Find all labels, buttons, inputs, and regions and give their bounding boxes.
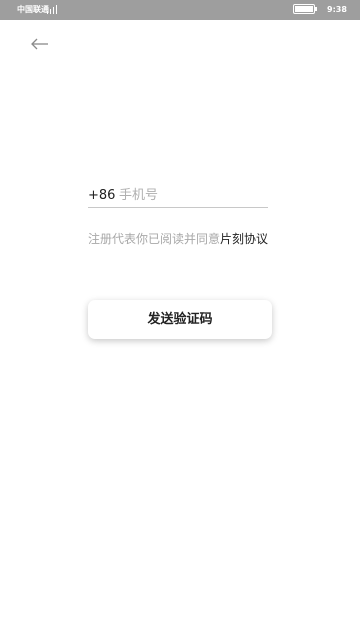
agreement-notice: 注册代表你已阅读并同意片刻协议 [88, 231, 268, 247]
country-code[interactable]: +86 [88, 188, 115, 204]
agreement-link[interactable]: 片刻协议 [220, 232, 268, 246]
battery-tip [315, 7, 317, 11]
status-bar: 中国联通 9:38 [0, 0, 360, 20]
send-code-button[interactable]: 发送验证码 [88, 300, 272, 339]
status-time: 9:38 [327, 5, 347, 14]
agreement-text: 注册代表你已阅读并同意 [88, 232, 221, 246]
carrier-label: 中国联通 [17, 5, 49, 14]
phone-field: +86 [88, 185, 268, 208]
phone-input[interactable] [119, 186, 267, 205]
back-button[interactable] [26, 30, 56, 60]
battery-icon [293, 4, 315, 14]
signal-icon [47, 5, 57, 14]
send-code-label: 发送验证码 [147, 312, 213, 327]
login-screen: 中国联通 9:38 +86 注册代表你已阅读并同意片刻协议 发送验证码 [0, 0, 360, 640]
arrow-left-icon [31, 38, 48, 50]
